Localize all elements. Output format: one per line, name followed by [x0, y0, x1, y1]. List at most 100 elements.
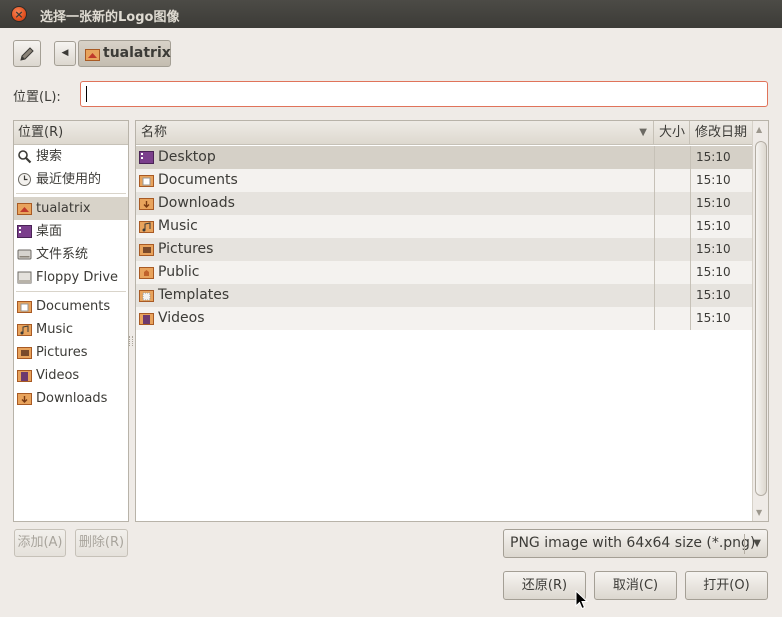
- pane-resize-grip[interactable]: [129, 336, 133, 346]
- places-item-music[interactable]: Music: [14, 318, 128, 341]
- file-name: Public: [158, 264, 200, 280]
- file-list: 名称 ▼ 大小 修改日期 Desktop 15:10 Documents 15:…: [135, 120, 769, 522]
- music-folder-icon: [139, 221, 154, 233]
- file-size: [654, 284, 690, 307]
- file-modified: 15:10: [690, 215, 752, 238]
- recent-icon: [18, 173, 31, 186]
- places-item-label: Music: [36, 322, 73, 337]
- scroll-down-icon[interactable]: ▼: [756, 508, 762, 517]
- file-type-filter[interactable]: PNG image with 64x64 size (*.png) ▼: [503, 529, 768, 558]
- pencil-icon: [20, 47, 34, 61]
- add-bookmark-button[interactable]: 添加(A): [14, 529, 66, 557]
- places-item-floppy[interactable]: Floppy Drive: [14, 266, 128, 289]
- column-header-name[interactable]: 名称 ▼: [136, 121, 654, 145]
- file-name: Videos: [158, 310, 205, 326]
- remove-bookmark-button[interactable]: 删除(R): [75, 529, 128, 557]
- home-folder-icon: [85, 49, 100, 61]
- places-item-label: Videos: [36, 368, 80, 383]
- file-modified: 15:10: [690, 146, 752, 169]
- column-header-label: 名称: [141, 125, 168, 140]
- file-modified: 15:10: [690, 284, 752, 307]
- file-name: Pictures: [158, 241, 214, 257]
- file-rows: Desktop 15:10 Documents 15:10 Downloads …: [136, 146, 752, 330]
- places-item-videos[interactable]: Videos: [14, 364, 128, 387]
- text-caret: [86, 86, 87, 102]
- places-item-downloads[interactable]: Downloads: [14, 387, 128, 410]
- table-row[interactable]: Videos 15:10: [136, 307, 752, 330]
- table-row[interactable]: Downloads 15:10: [136, 192, 752, 215]
- file-list-header: 名称 ▼ 大小 修改日期: [136, 121, 752, 145]
- file-size: [654, 215, 690, 238]
- floppy-icon: [17, 271, 32, 284]
- table-row[interactable]: Documents 15:10: [136, 169, 752, 192]
- pictures-folder-icon: [139, 244, 154, 256]
- file-name: Music: [158, 218, 198, 234]
- places-item-search[interactable]: 搜索: [14, 145, 128, 168]
- file-size: [654, 238, 690, 261]
- filesystem-icon: [17, 249, 32, 260]
- places-item-pictures[interactable]: Pictures: [14, 341, 128, 364]
- window-title: 选择一张新的Logo图像: [40, 10, 180, 25]
- desktop-icon: [17, 225, 32, 238]
- places-item-label: 桌面: [36, 224, 63, 239]
- scrollbar-thumb[interactable]: [755, 141, 767, 496]
- places-item-documents[interactable]: Documents: [14, 295, 128, 318]
- table-row[interactable]: Desktop 15:10: [136, 146, 752, 169]
- path-crumb-label: tualatrix: [103, 45, 171, 61]
- places-item-filesystem[interactable]: 文件系统: [14, 243, 128, 266]
- videos-folder-icon: [139, 313, 154, 325]
- sort-descending-icon: ▼: [639, 127, 647, 138]
- chevron-down-icon: ▼: [753, 538, 761, 549]
- table-row[interactable]: Templates 15:10: [136, 284, 752, 307]
- search-icon: [18, 150, 32, 164]
- filter-selected-value: PNG image with 64x64 size (*.png): [510, 535, 756, 551]
- templates-folder-icon: [139, 290, 154, 302]
- triangle-left-icon: ◀: [61, 48, 69, 58]
- downloads-folder-icon: [17, 393, 32, 405]
- type-location-button[interactable]: [13, 40, 41, 67]
- file-name: Downloads: [158, 195, 235, 211]
- table-row[interactable]: Music 15:10: [136, 215, 752, 238]
- documents-folder-icon: [139, 175, 154, 187]
- home-folder-icon: [17, 203, 32, 215]
- location-input[interactable]: [80, 81, 768, 107]
- file-name: Templates: [158, 287, 230, 303]
- places-item-label: Downloads: [36, 391, 108, 406]
- documents-folder-icon: [17, 301, 32, 313]
- file-modified: 15:10: [690, 261, 752, 284]
- file-name: Desktop: [158, 149, 216, 165]
- places-item-label: 搜索: [36, 149, 63, 164]
- videos-folder-icon: [17, 370, 32, 382]
- column-header-size[interactable]: 大小: [654, 121, 690, 145]
- places-separator: [16, 193, 126, 194]
- desktop-icon: [139, 151, 154, 164]
- close-icon[interactable]: ×: [11, 6, 27, 22]
- places-item-label: tualatrix: [36, 201, 91, 216]
- cancel-button[interactable]: 取消(C): [594, 571, 677, 600]
- places-item-home[interactable]: tualatrix: [14, 197, 128, 220]
- file-modified: 15:10: [690, 238, 752, 261]
- places-header[interactable]: 位置(R): [14, 121, 128, 145]
- file-size: [654, 192, 690, 215]
- places-item-recent[interactable]: 最近使用的: [14, 168, 128, 191]
- location-label: 位置(L):: [13, 90, 61, 105]
- places-item-label: Pictures: [36, 345, 88, 360]
- table-row[interactable]: Pictures 15:10: [136, 238, 752, 261]
- table-row[interactable]: Public 15:10: [136, 261, 752, 284]
- revert-button[interactable]: 还原(R): [503, 571, 586, 600]
- file-size: [654, 307, 690, 330]
- open-button[interactable]: 打开(O): [685, 571, 768, 600]
- file-size: [654, 146, 690, 169]
- public-folder-icon: [139, 267, 154, 279]
- places-item-label: 文件系统: [36, 247, 89, 262]
- path-crumb-home[interactable]: tualatrix: [78, 40, 171, 67]
- mouse-pointer-icon: [575, 590, 589, 610]
- places-sidebar: 位置(R) 搜索 最近使用的 tualatrix 桌面 文件系统 Floppy …: [13, 120, 129, 522]
- scroll-up-icon[interactable]: ▲: [756, 125, 762, 134]
- path-back-button[interactable]: ◀: [54, 41, 76, 66]
- file-size: [654, 261, 690, 284]
- file-list-scrollbar[interactable]: ▲ ▼: [752, 121, 768, 521]
- column-header-modified[interactable]: 修改日期: [690, 121, 752, 145]
- file-modified: 15:10: [690, 307, 752, 330]
- places-item-desktop[interactable]: 桌面: [14, 220, 128, 243]
